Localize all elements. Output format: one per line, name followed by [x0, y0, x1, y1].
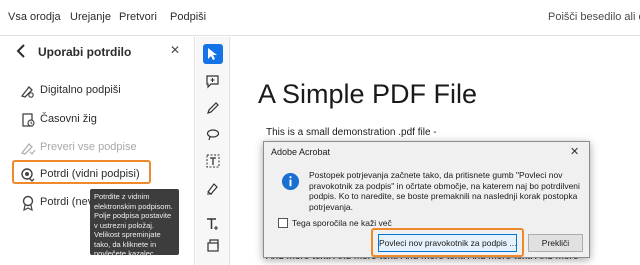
- menu-sign[interactable]: Podpiši: [170, 11, 206, 23]
- top-menu-bar: Vsa orodja Urejanje Pretvori Podpiši Poi…: [0, 0, 640, 36]
- comment-tool-button[interactable]: [203, 72, 223, 92]
- add-text-tool-button[interactable]: [203, 214, 223, 234]
- adobe-acrobat-dialog: Adobe Acrobat ✕ Postopek potrjevanja zač…: [263, 141, 590, 258]
- text-tool-icon: [207, 218, 218, 230]
- verify-signature-icon: [20, 143, 36, 155]
- panel-title: Uporabi potrdilo: [38, 45, 132, 59]
- text-box-tool-button[interactable]: [203, 151, 223, 171]
- stamp-icon: [207, 239, 219, 252]
- lasso-icon: [206, 129, 220, 141]
- cancel-button[interactable]: Prekliči: [528, 234, 583, 252]
- lasso-tool-button[interactable]: [203, 125, 223, 145]
- document-title: A Simple PDF File: [258, 79, 478, 109]
- tool-label: Preveri vse podpise: [40, 141, 137, 153]
- tooltip: Potrdite z vidnim elektronskim podpisom.…: [90, 189, 179, 258]
- menu-convert[interactable]: Pretvori: [119, 11, 157, 23]
- sign-tool-button[interactable]: [203, 178, 223, 198]
- close-icon[interactable]: ✕: [570, 145, 579, 158]
- menu-edit[interactable]: Urejanje: [70, 11, 111, 23]
- dialog-message: Postopek potrjevanja začnete tako, da pr…: [309, 170, 580, 212]
- back-arrow-icon[interactable]: [14, 43, 28, 59]
- tool-digitally-sign[interactable]: Digitalno podpiši: [20, 81, 190, 101]
- pencil-icon: [207, 102, 219, 114]
- add-comment-icon: [206, 75, 219, 89]
- pen-sign-icon: [20, 86, 34, 98]
- vertical-toolbar: [196, 37, 230, 265]
- checkbox-label: Tega sporočila ne kaži več: [292, 218, 392, 228]
- search-text-input[interactable]: Poišči besedilo ali oro: [548, 11, 640, 23]
- select-tool-button[interactable]: [203, 44, 223, 64]
- text-box-icon: [206, 154, 220, 168]
- timestamp-icon: [22, 113, 35, 127]
- sign-icon: [207, 183, 218, 195]
- tool-label: Digitalno podpiši: [40, 84, 121, 96]
- stamp-tool-button[interactable]: [203, 236, 223, 256]
- tool-verify-signatures: Preveri vse podpise: [20, 138, 190, 158]
- tool-label: Časovni žig: [40, 113, 97, 125]
- draw-new-rectangle-button[interactable]: Povleci nov pravokotnik za podpis ...: [378, 234, 517, 252]
- certify-invisible-icon: [22, 195, 34, 211]
- dont-show-again-checkbox[interactable]: [278, 218, 288, 228]
- close-panel-icon[interactable]: ✕: [170, 43, 180, 57]
- tool-timestamp[interactable]: Časovni žig: [20, 110, 190, 130]
- dialog-title: Adobe Acrobat: [271, 147, 331, 157]
- draw-tool-button[interactable]: [203, 98, 223, 118]
- menu-all-tools[interactable]: Vsa orodja: [8, 11, 61, 23]
- highlight-certify-visible: [12, 160, 151, 184]
- info-icon: [281, 172, 300, 191]
- panel-header: Uporabi potrdilo ✕: [0, 37, 195, 67]
- document-text-line: This is a small demonstration .pdf file …: [266, 127, 437, 138]
- select-cursor-icon: [208, 48, 217, 60]
